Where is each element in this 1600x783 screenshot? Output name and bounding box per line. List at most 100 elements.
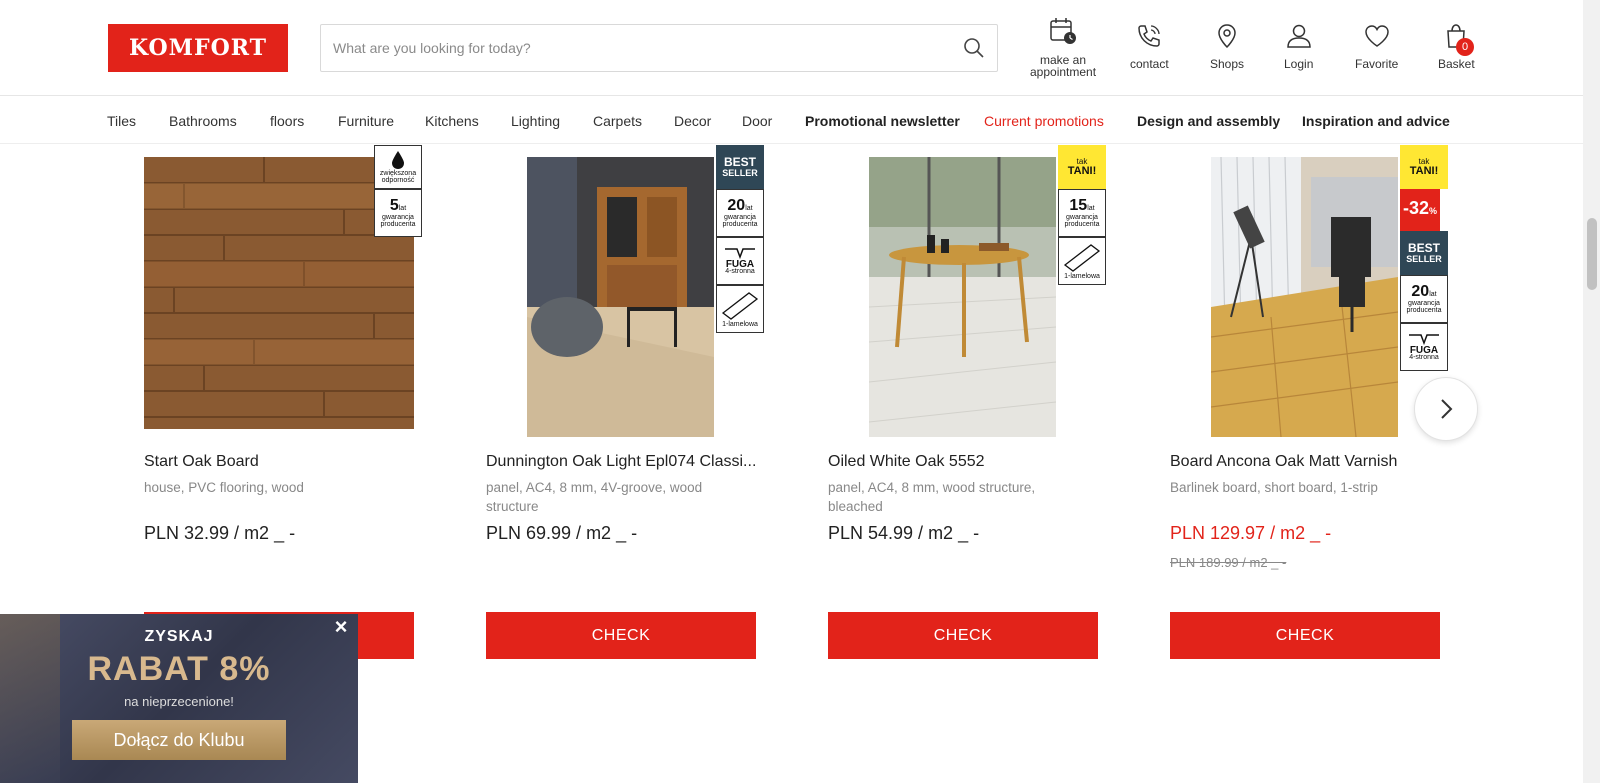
warranty-badge: 15lat gwarancja producenta bbox=[1058, 189, 1106, 237]
discount-badge: -32% bbox=[1400, 189, 1440, 231]
nav-design-assembly[interactable]: Design and assembly bbox=[1137, 113, 1280, 129]
nav-furniture[interactable]: Furniture bbox=[338, 113, 394, 129]
phone-icon bbox=[1138, 25, 1161, 47]
nav-inspiration-advice[interactable]: Inspiration and advice bbox=[1302, 113, 1450, 129]
bestseller-label-2: SELLER bbox=[1406, 254, 1442, 264]
discount-value: -32 bbox=[1402, 198, 1429, 218]
warranty-unit: lat bbox=[1429, 291, 1437, 298]
scrollbar-thumb[interactable] bbox=[1587, 218, 1597, 290]
nav-promotional-newsletter[interactable]: Promotional newsletter bbox=[805, 113, 960, 129]
product-price: PLN 54.99 / m2 _ - bbox=[828, 523, 980, 543]
warranty-years: 5 bbox=[389, 197, 399, 214]
product-name[interactable]: Oiled White Oak 5552 bbox=[828, 453, 1103, 471]
resistance-badge: zwiększona odporność bbox=[374, 145, 422, 189]
product-desc: Barlinek board, short board, 1-strip bbox=[1170, 480, 1378, 495]
basket-label: Basket bbox=[1438, 57, 1475, 71]
product-desc: panel, AC4, 8 mm, 4V-groove, wood struct… bbox=[486, 480, 703, 514]
nav-decor[interactable]: Decor bbox=[674, 113, 711, 129]
warranty-label: gwarancja producenta bbox=[380, 214, 416, 228]
tani-label: TANI! bbox=[1409, 164, 1439, 177]
carousel-next-button[interactable] bbox=[1414, 377, 1478, 441]
warranty-years: 20 bbox=[1411, 283, 1430, 300]
heart-icon bbox=[1364, 25, 1389, 47]
bestseller-badge: BEST SELLER bbox=[716, 145, 764, 189]
plank-icon bbox=[721, 291, 759, 320]
warranty-badge: 5lat gwarancja producenta bbox=[374, 189, 422, 237]
favorite-label: Favorite bbox=[1355, 57, 1399, 71]
make-appointment-button[interactable]: make an appointment bbox=[1030, 16, 1096, 78]
popup-subtitle: na nieprzecenione! bbox=[124, 694, 234, 709]
product-desc: house, PVC flooring, wood bbox=[144, 480, 304, 495]
product-image[interactable] bbox=[869, 157, 1056, 437]
product-price: PLN 69.99 / m2 _ - bbox=[486, 523, 638, 543]
user-icon bbox=[1286, 24, 1311, 48]
nav-kitchens[interactable]: Kitchens bbox=[425, 113, 479, 129]
tak-label: tak bbox=[1418, 156, 1430, 166]
shops-label: Shops bbox=[1210, 57, 1245, 71]
favorite-button[interactable]: Favorite bbox=[1355, 22, 1398, 70]
appointment-label-2: appointment bbox=[1030, 65, 1097, 79]
bestseller-badge: BEST SELLER bbox=[1400, 231, 1448, 275]
location-pin-icon bbox=[1218, 24, 1236, 49]
nav-floors[interactable]: floors bbox=[270, 113, 304, 129]
popup-discount: RABAT 8% bbox=[87, 650, 271, 688]
contact-button[interactable]: contact bbox=[1130, 22, 1169, 70]
basket-count-badge: 0 bbox=[1456, 38, 1474, 56]
search-icon[interactable] bbox=[963, 37, 985, 59]
nav-bathrooms[interactable]: Bathrooms bbox=[169, 113, 237, 129]
warranty-unit: lat bbox=[1087, 205, 1095, 212]
lamel-label: 1-lamelowa bbox=[722, 320, 758, 328]
product-image[interactable] bbox=[527, 157, 714, 437]
contact-label: contact bbox=[1130, 57, 1169, 71]
product-image[interactable] bbox=[1211, 157, 1398, 437]
search-box bbox=[320, 24, 998, 72]
nav-lighting[interactable]: Lighting bbox=[511, 113, 560, 129]
tak-tani-badge: tak TANI! bbox=[1058, 145, 1106, 189]
page: KOMFORT make an appointment contact Shop… bbox=[0, 0, 1600, 783]
fuga-sub-label: 4-stronna bbox=[1409, 354, 1439, 361]
product-price: PLN 129.97 / m2 _ - bbox=[1170, 523, 1332, 543]
warranty-label: gwarancja producenta bbox=[1064, 214, 1100, 228]
product-badges: BEST SELLER 20lat gwarancja producenta F… bbox=[716, 145, 764, 333]
tak-tani-badge: tak TANI! bbox=[1400, 145, 1448, 189]
warranty-label: gwarancja producenta bbox=[722, 214, 758, 228]
product-old-price: PLN 189.99 / m2 _ - bbox=[1170, 555, 1287, 570]
product-name[interactable]: Start Oak Board bbox=[144, 453, 419, 471]
login-label: Login bbox=[1284, 57, 1314, 71]
basket-button[interactable]: Basket 0 bbox=[1438, 22, 1475, 70]
resistance-label: zwiększona odporność bbox=[379, 170, 417, 184]
scrollbar[interactable] bbox=[1583, 0, 1600, 783]
header: KOMFORT make an appointment contact Shop… bbox=[0, 0, 1583, 96]
bestseller-label-2: SELLER bbox=[722, 168, 758, 178]
nav-door[interactable]: Door bbox=[742, 113, 772, 129]
fuga-label: FUGA bbox=[1409, 345, 1439, 356]
join-club-button[interactable]: Dołącz do Klubu bbox=[72, 720, 286, 760]
bestseller-label-1: BEST bbox=[1407, 241, 1440, 255]
nav-tiles[interactable]: Tiles bbox=[107, 113, 136, 129]
lamel-label: 1-lamelowa bbox=[1064, 272, 1100, 280]
login-button[interactable]: Login bbox=[1284, 22, 1313, 70]
product-badges: tak TANI! 15lat gwarancja producenta 1-l… bbox=[1058, 145, 1106, 285]
shops-button[interactable]: Shops bbox=[1210, 22, 1244, 70]
warranty-label: gwarancja producenta bbox=[1406, 300, 1442, 314]
search-input[interactable] bbox=[333, 40, 963, 56]
tak-label: tak bbox=[1076, 156, 1088, 166]
logo[interactable]: KOMFORT bbox=[108, 24, 288, 72]
product-name[interactable]: Dunnington Oak Light Epl074 Classi... bbox=[486, 453, 761, 471]
check-button[interactable]: CHECK bbox=[1170, 612, 1440, 659]
tani-label: TANI! bbox=[1067, 164, 1097, 177]
fuga-badge: FUGA 4-stronna bbox=[716, 237, 764, 285]
bestseller-label-1: BEST bbox=[723, 155, 756, 169]
product-name[interactable]: Board Ancona Oak Matt Varnish bbox=[1170, 453, 1445, 471]
product-desc: panel, AC4, 8 mm, wood structure, bleach… bbox=[828, 480, 1036, 514]
lamel-badge: 1-lamelowa bbox=[1058, 237, 1106, 285]
calendar-clock-icon bbox=[1050, 18, 1077, 44]
fuga-label: FUGA bbox=[725, 259, 755, 270]
check-button[interactable]: CHECK bbox=[828, 612, 1098, 659]
nav-current-promotions[interactable]: Current promotions bbox=[984, 113, 1104, 129]
main-nav: Tiles Bathrooms floors Furniture Kitchen… bbox=[0, 97, 1583, 144]
club-popup: × ZYSKAJ RABAT 8% na nieprzecenione! Doł… bbox=[0, 614, 358, 783]
warranty-unit: lat bbox=[398, 205, 407, 212]
nav-carpets[interactable]: Carpets bbox=[593, 113, 642, 129]
check-button[interactable]: CHECK bbox=[486, 612, 756, 659]
